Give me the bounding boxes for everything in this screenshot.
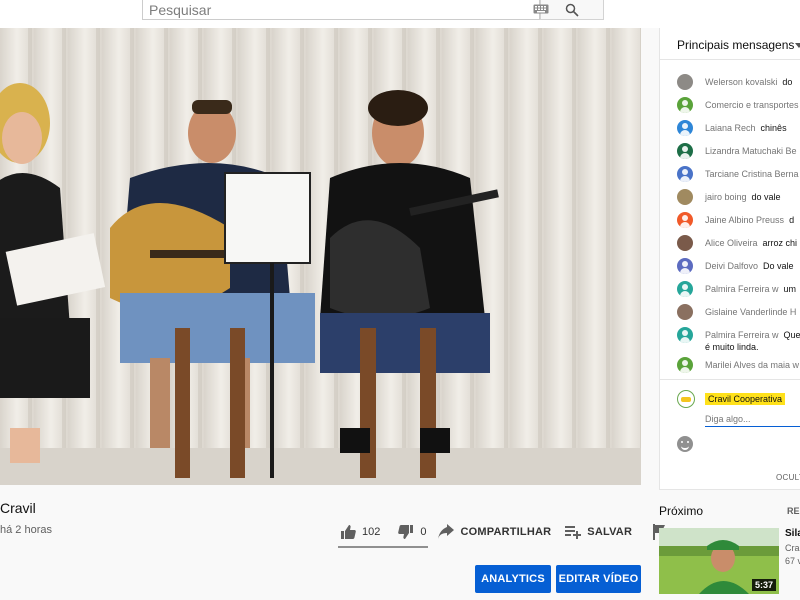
chat-text: Que [783, 330, 800, 340]
next-video-channel: Cra [785, 543, 800, 553]
chat-author: Comercio e transportes [705, 100, 799, 110]
chat-message: Lizandra Matuchaki Be [677, 142, 800, 160]
chat-author: Laiana Rech [705, 123, 756, 133]
chat-author: Jaine Albino Preuss [705, 215, 785, 225]
dislike-button[interactable]: 0 [398, 524, 426, 540]
autoplay-label[interactable]: RE [787, 506, 800, 516]
video-title: Cravil [0, 500, 36, 516]
next-video-thumbnail[interactable]: 5:37 [659, 528, 779, 594]
my-channel-name: Cravil Cooperativa [705, 393, 786, 405]
hide-chat-button[interactable]: OCULTA [776, 473, 800, 482]
like-dislike-bar [338, 546, 428, 548]
chat-text: arroz chi [762, 238, 798, 248]
avatar [677, 189, 693, 205]
up-next-label: Próximo [659, 504, 704, 518]
chat-author: Deivi Dalfovo [705, 261, 759, 271]
chat-header: Principais mensagens [660, 28, 800, 60]
avatar [677, 357, 693, 373]
avatar [677, 212, 693, 228]
search-input[interactable] [142, 0, 540, 20]
save-label: SALVAR [587, 526, 633, 538]
share-icon [438, 524, 455, 539]
avatar [677, 390, 695, 408]
chat-author: Marilei Alves da maia w [705, 360, 800, 370]
video-time-ago: há 2 horas [0, 524, 52, 536]
chat-message: Laiana Rech chinês [677, 119, 787, 137]
video-duration: 5:37 [751, 579, 776, 591]
avatar [677, 235, 693, 251]
avatar [677, 166, 693, 182]
chat-author: Welerson kovalski [705, 77, 778, 87]
top-bar [0, 0, 800, 28]
share-button[interactable]: COMPARTILHAR [438, 524, 551, 540]
chat-message: Deivi Dalfovo Do vale [677, 257, 794, 275]
dislike-count: 0 [420, 526, 427, 538]
chat-message: Marilei Alves da maia w [677, 356, 800, 374]
chat-mode-selector[interactable]: Principais mensagens [677, 38, 794, 52]
chat-text: Do vale [763, 261, 794, 271]
search-button[interactable] [540, 0, 604, 20]
chat-text: um [783, 284, 797, 294]
chat-message: Welerson kovalski do [677, 73, 792, 91]
video-frame [0, 28, 641, 485]
video-actions: 102 0 COMPARTILHAR SALVAR [340, 521, 666, 543]
avatar [677, 97, 693, 113]
save-button[interactable]: SALVAR [565, 524, 632, 540]
chat-text: é muito linda. [705, 342, 759, 352]
chat-author: Gislaine Vanderlinde H [705, 307, 797, 317]
emoji-icon[interactable] [677, 436, 693, 452]
share-label: COMPARTILHAR [460, 526, 552, 538]
edit-video-button[interactable]: EDITAR VÍDEO [556, 565, 641, 593]
avatar [677, 327, 693, 343]
avatar [677, 258, 693, 274]
next-video-title[interactable]: Sila [785, 528, 800, 539]
chat-author: Alice Oliveira [705, 238, 758, 248]
chat-text: chinês [760, 123, 787, 133]
chat-message: Jaine Albino Preuss d [677, 211, 794, 229]
chat-message: Palmira Ferreira w um [677, 280, 796, 298]
keyboard-icon[interactable] [533, 4, 549, 14]
chevron-down-icon[interactable] [795, 43, 800, 48]
avatar [677, 304, 693, 320]
avatar [677, 120, 693, 136]
save-playlist-icon [565, 526, 582, 539]
chat-message: Tarciane Cristina Berna [677, 165, 800, 183]
chat-text: d [789, 215, 795, 225]
chat-message-continuation: é muito linda. [705, 338, 759, 356]
chat-input[interactable] [705, 411, 800, 427]
dislike-icon [398, 525, 414, 539]
chat-author: jairo boing [705, 192, 747, 202]
avatar [677, 74, 693, 90]
search-icon [565, 3, 579, 17]
video-player[interactable] [0, 28, 641, 485]
chat-message: Alice Oliveira arroz chi [677, 234, 797, 252]
live-chat: Principais mensagens Welerson kovalski d… [659, 28, 800, 490]
analytics-button[interactable]: ANALYTICS [475, 565, 551, 593]
chat-message: Gislaine Vanderlinde H [677, 303, 800, 321]
chat-author: Lizandra Matuchaki Be [705, 146, 797, 156]
like-icon [341, 525, 356, 539]
next-video-views: 67 v [785, 556, 800, 566]
avatar [677, 281, 693, 297]
chat-author: Palmira Ferreira w [705, 284, 779, 294]
chat-text: do vale [751, 192, 781, 202]
like-button[interactable]: 102 [340, 524, 380, 540]
chat-message: jairo boing do vale [677, 188, 781, 206]
chat-composer: Cravil Cooperativa OCULTA [660, 379, 800, 489]
page: Cravil há 2 horas 102 0 COMPARTILHAR SAL… [0, 0, 800, 600]
avatar [677, 143, 693, 159]
like-count: 102 [362, 526, 381, 538]
chat-message: Comercio e transportes [677, 96, 800, 114]
chat-author: Tarciane Cristina Berna [705, 169, 799, 179]
chat-text: do [782, 77, 793, 87]
